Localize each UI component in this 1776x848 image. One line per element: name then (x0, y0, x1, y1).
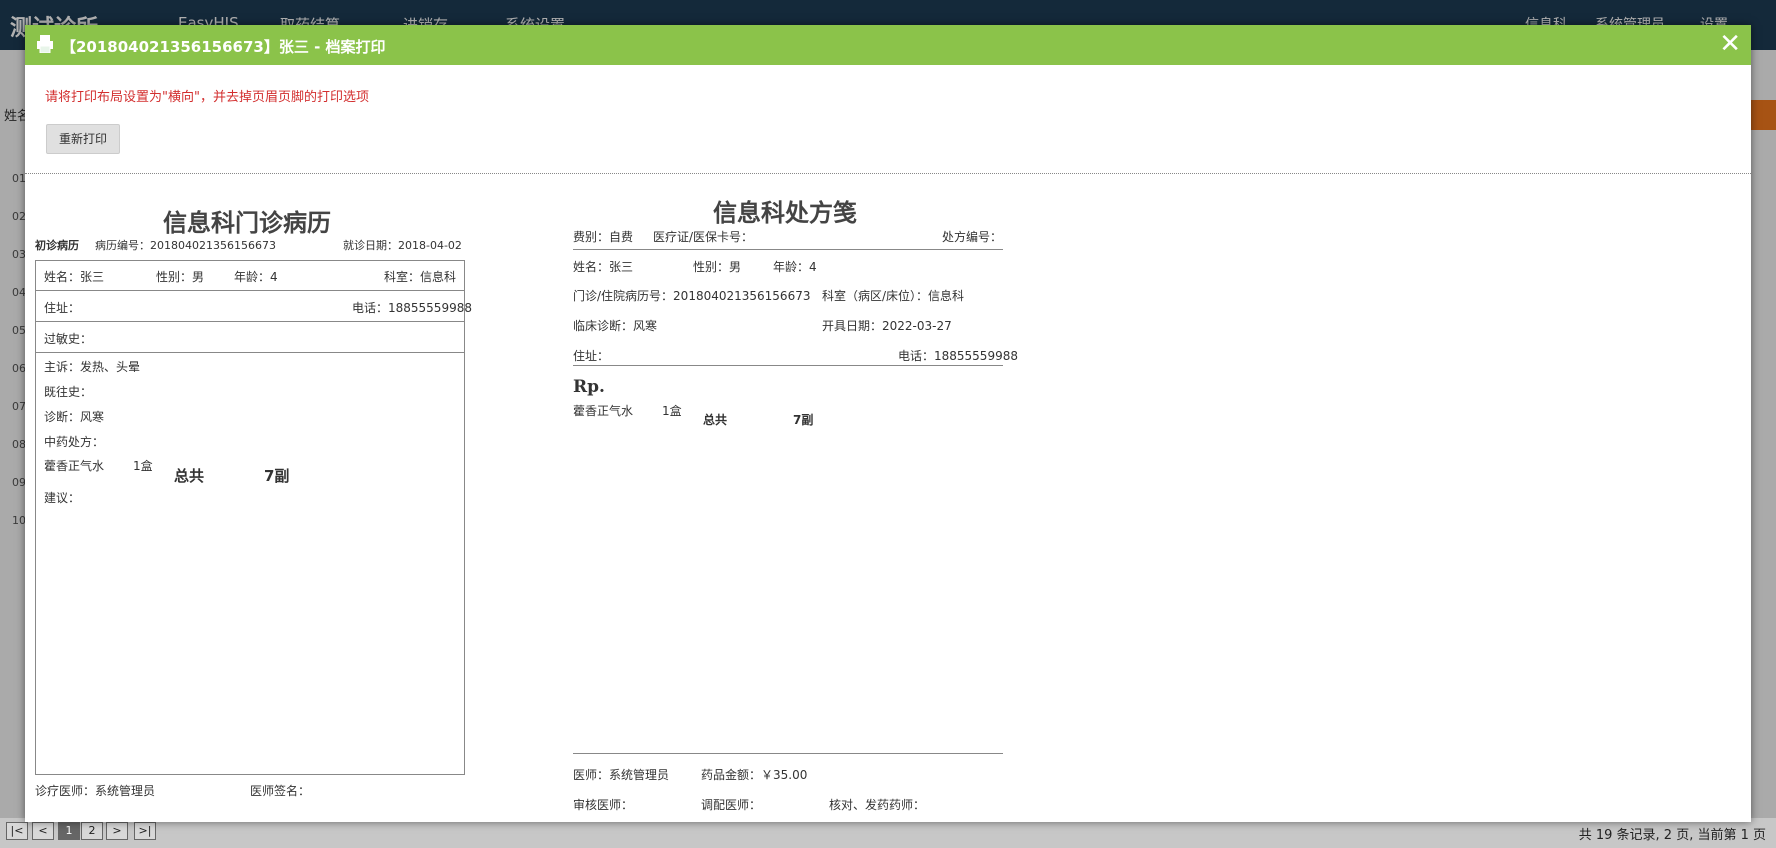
record-doctor: 诊疗医师：系统管理员 (35, 784, 156, 798)
rx-name: 姓名：张三 (573, 260, 634, 274)
record-allergy: 过敏史： (44, 332, 93, 346)
rx-address: 住址： (573, 349, 610, 363)
next-page-button[interactable]: > (106, 822, 128, 840)
rx-dispenser: 调配医师： (701, 798, 762, 812)
record-box: 姓名：张三 性别：男 年龄：4 科室：信息科 住址： 电话：1885555998… (35, 260, 472, 775)
rx-rp-label: Rp. (573, 377, 605, 397)
rx-dept: 科室（病区/床位）：信息科 (822, 289, 965, 303)
rx-insurance: 医疗证/医保卡号： (653, 230, 754, 244)
last-page-button[interactable]: >| (134, 822, 156, 840)
rx-drug-name: 藿香正气水 (573, 404, 634, 418)
rx-total-label: 总共 (703, 413, 728, 427)
pagination-bar: |< < 1 2 > >| 共 19 条记录, 2 页, 当前第 1 页 (0, 818, 1776, 848)
prescription-title: 信息科处方笺 (713, 199, 857, 227)
record-age: 年龄：4 (234, 270, 278, 284)
rx-date: 开具日期：2022-03-27 (822, 319, 952, 333)
record-case-no: 病历编号：201804021356156673 (95, 239, 276, 252)
rx-case-no: 门诊/住院病历号：201804021356156673 (573, 289, 811, 303)
printer-icon (37, 35, 53, 54)
close-icon[interactable]: ✕ (1719, 29, 1741, 59)
rx-divider (573, 753, 1003, 754)
print-notice: 请将打印布局设置为"横向"，并去掉页眉页脚的打印选项 (45, 90, 369, 105)
divider (25, 173, 1751, 174)
page-1-button[interactable]: 1 (58, 822, 80, 840)
record-total-label: 总共 (174, 467, 205, 485)
rx-total-value: 7副 (793, 413, 814, 427)
record-history: 既往史： (44, 385, 93, 399)
record-advice: 建议： (44, 491, 81, 505)
rx-physician: 医师：系统管理员 (573, 768, 670, 782)
record-address: 住址： (44, 301, 81, 315)
rx-divider (573, 365, 1003, 366)
rx-drug-qty: 1盒 (662, 404, 682, 418)
visit-type: 初诊病历 (35, 239, 79, 252)
record-name: 姓名：张三 (44, 270, 105, 284)
first-page-button[interactable]: |< (6, 822, 28, 840)
record-allergy-row: 过敏史： (36, 322, 464, 353)
rx-amount: 药品金额：￥35.00 (701, 768, 808, 782)
pagination-info: 共 19 条记录, 2 页, 当前第 1 页 (1578, 828, 1766, 843)
rx-diagnosis: 临床诊断：风寒 (573, 319, 658, 333)
record-drug-name: 藿香正气水 (44, 459, 105, 473)
dialog-title: 【201804021356156673】张三 - 档案打印 (61, 38, 386, 56)
reprint-button[interactable]: 重新打印 (46, 124, 120, 154)
record-visit-date: 就诊日期：2018-04-02 (343, 239, 462, 252)
record-address-row: 住址： 电话：18855559988 (36, 291, 472, 322)
rx-gender: 性别：男 (693, 260, 742, 274)
record-complaint: 主诉：发热、头晕 (44, 360, 141, 374)
record-gender: 性别：男 (156, 270, 205, 284)
page-2-button[interactable]: 2 (81, 822, 103, 840)
record-tcm-rx: 中药处方： (44, 435, 105, 449)
rx-number: 处方编号： (942, 230, 1003, 244)
rx-checker: 核对、发药药师： (829, 798, 926, 812)
record-drug-qty: 1盒 (133, 459, 153, 473)
record-diagnosis: 诊断：风寒 (44, 410, 105, 424)
rx-age: 年龄：4 (773, 260, 817, 274)
record-patient-row: 姓名：张三 性别：男 年龄：4 科室：信息科 (36, 261, 464, 291)
rx-reviewer: 审核医师： (573, 798, 634, 812)
record-dept: 科室：信息科 (384, 270, 457, 284)
print-dialog: 【201804021356156673】张三 - 档案打印 ✕ 请将打印布局设置… (25, 25, 1751, 822)
rx-fee-type: 费别：自费 (573, 230, 634, 244)
record-total-value: 7副 (264, 467, 290, 485)
record-phone: 电话：18855559988 (352, 301, 472, 315)
record-title: 信息科门诊病历 (163, 209, 331, 237)
record-signature: 医师签名： (250, 784, 311, 798)
dialog-title-bar: 【201804021356156673】张三 - 档案打印 ✕ (25, 25, 1751, 65)
prev-page-button[interactable]: < (32, 822, 54, 840)
rx-divider (573, 249, 1003, 250)
rx-phone: 电话：18855559988 (898, 349, 1018, 363)
